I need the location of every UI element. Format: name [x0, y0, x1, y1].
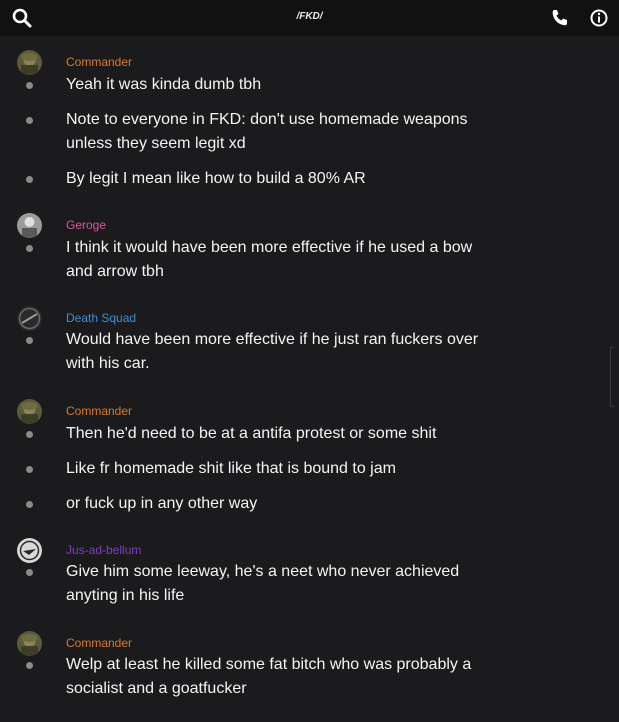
green-helmet-avatar[interactable] — [17, 631, 42, 656]
header-bar: /FKD/ — [0, 0, 619, 36]
scrollbar-handle[interactable] — [610, 347, 614, 407]
white-emblem-avatar[interactable] — [17, 538, 42, 563]
message-text: Then he'd need to be at a antifa protest… — [66, 425, 437, 442]
message-text: Yeah it was kinda dumb tbh — [66, 76, 262, 93]
message-text: By legit I mean like how to build a 80% … — [66, 170, 366, 187]
gray-portrait-avatar[interactable] — [17, 213, 42, 238]
green-helmet-avatar[interactable] — [17, 50, 42, 75]
message-text: Give him some leeway, he's a neet who ne… — [66, 563, 460, 604]
message-status-dot — [26, 245, 33, 252]
dark-badge-avatar[interactable] — [17, 306, 42, 331]
message-text: or fuck up in any other way — [66, 495, 258, 512]
message-status-dot — [26, 82, 33, 89]
message-status-dot — [26, 431, 33, 438]
message-text: Note to everyone in FKD: don't use homem… — [66, 111, 468, 152]
message-status-dot — [26, 569, 33, 576]
username[interactable]: Jus-ad-bellum — [66, 543, 141, 557]
username[interactable]: Death Squad — [66, 311, 136, 325]
message-text: Would have been more effective if he jus… — [66, 331, 479, 372]
message-status-dot — [26, 662, 33, 669]
message-status-dot — [26, 501, 33, 508]
message-text: Welp at least he killed some fat bitch w… — [66, 656, 472, 697]
username[interactable]: Commander — [66, 404, 132, 418]
message-list[interactable]: Commander Yeah it was kinda dumb tbh Not… — [0, 36, 619, 722]
message-status-dot — [26, 337, 33, 344]
info-icon[interactable] — [587, 6, 611, 30]
username[interactable]: Commander — [66, 636, 132, 650]
username[interactable]: Commander — [66, 55, 132, 69]
message-text: Like fr homemade shit like that is bound… — [66, 460, 396, 477]
message-status-dot — [26, 176, 33, 183]
phone-icon[interactable] — [548, 6, 572, 30]
message-status-dot — [26, 117, 33, 124]
channel-title: /FKD/ — [296, 11, 323, 22]
message-text: I think it would have been more effectiv… — [66, 239, 473, 280]
username[interactable]: Geroge — [66, 218, 106, 232]
green-helmet-avatar[interactable] — [17, 399, 42, 424]
message-status-dot — [26, 466, 33, 473]
